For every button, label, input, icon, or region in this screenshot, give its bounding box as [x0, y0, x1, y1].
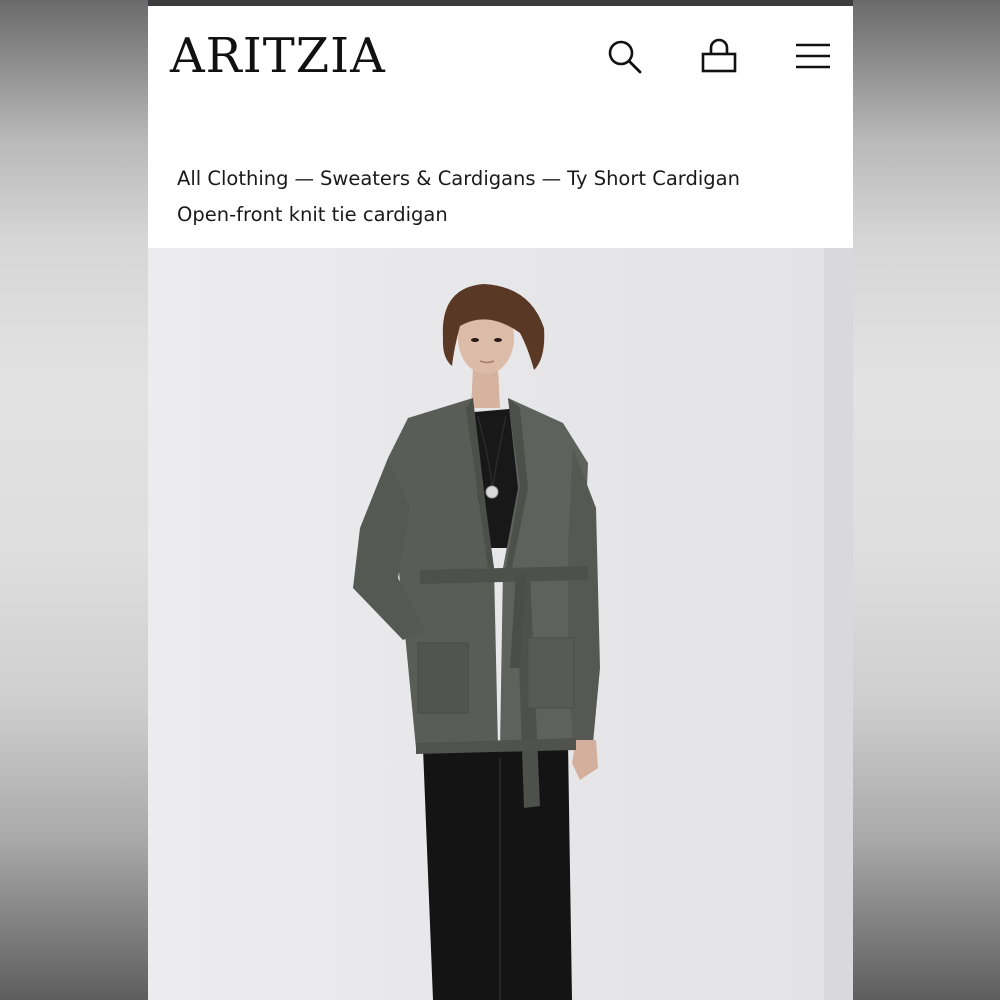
breadcrumb-sweaters-cardigans[interactable]: Sweaters & Cardigans — [320, 167, 536, 190]
phone-screen: ARITZIA All Clothing — Sweaters & Cardigan… — [148, 0, 853, 1000]
breadcrumb-separator: — — [294, 167, 315, 190]
site-header: ARITZIA All Clothing — Sweaters & Cardigan… — [148, 6, 853, 248]
shopping-bag-icon[interactable] — [699, 36, 739, 76]
breadcrumb-ty-short-cardigan[interactable]: Ty Short Cardigan — [567, 167, 740, 190]
search-icon[interactable] — [604, 36, 644, 76]
menu-icon[interactable] — [793, 36, 833, 76]
breadcrumb: All Clothing — Sweaters & Cardigans — Ty Sho… — [177, 164, 740, 194]
breadcrumb-all-clothing[interactable]: All Clothing — [177, 167, 289, 190]
product-image[interactable] — [148, 248, 853, 1000]
breadcrumb-separator: — — [541, 167, 562, 190]
aritzia-logo[interactable]: ARITZIA — [170, 26, 386, 86]
product-subtitle: Open-front knit tie cardigan — [177, 203, 448, 226]
